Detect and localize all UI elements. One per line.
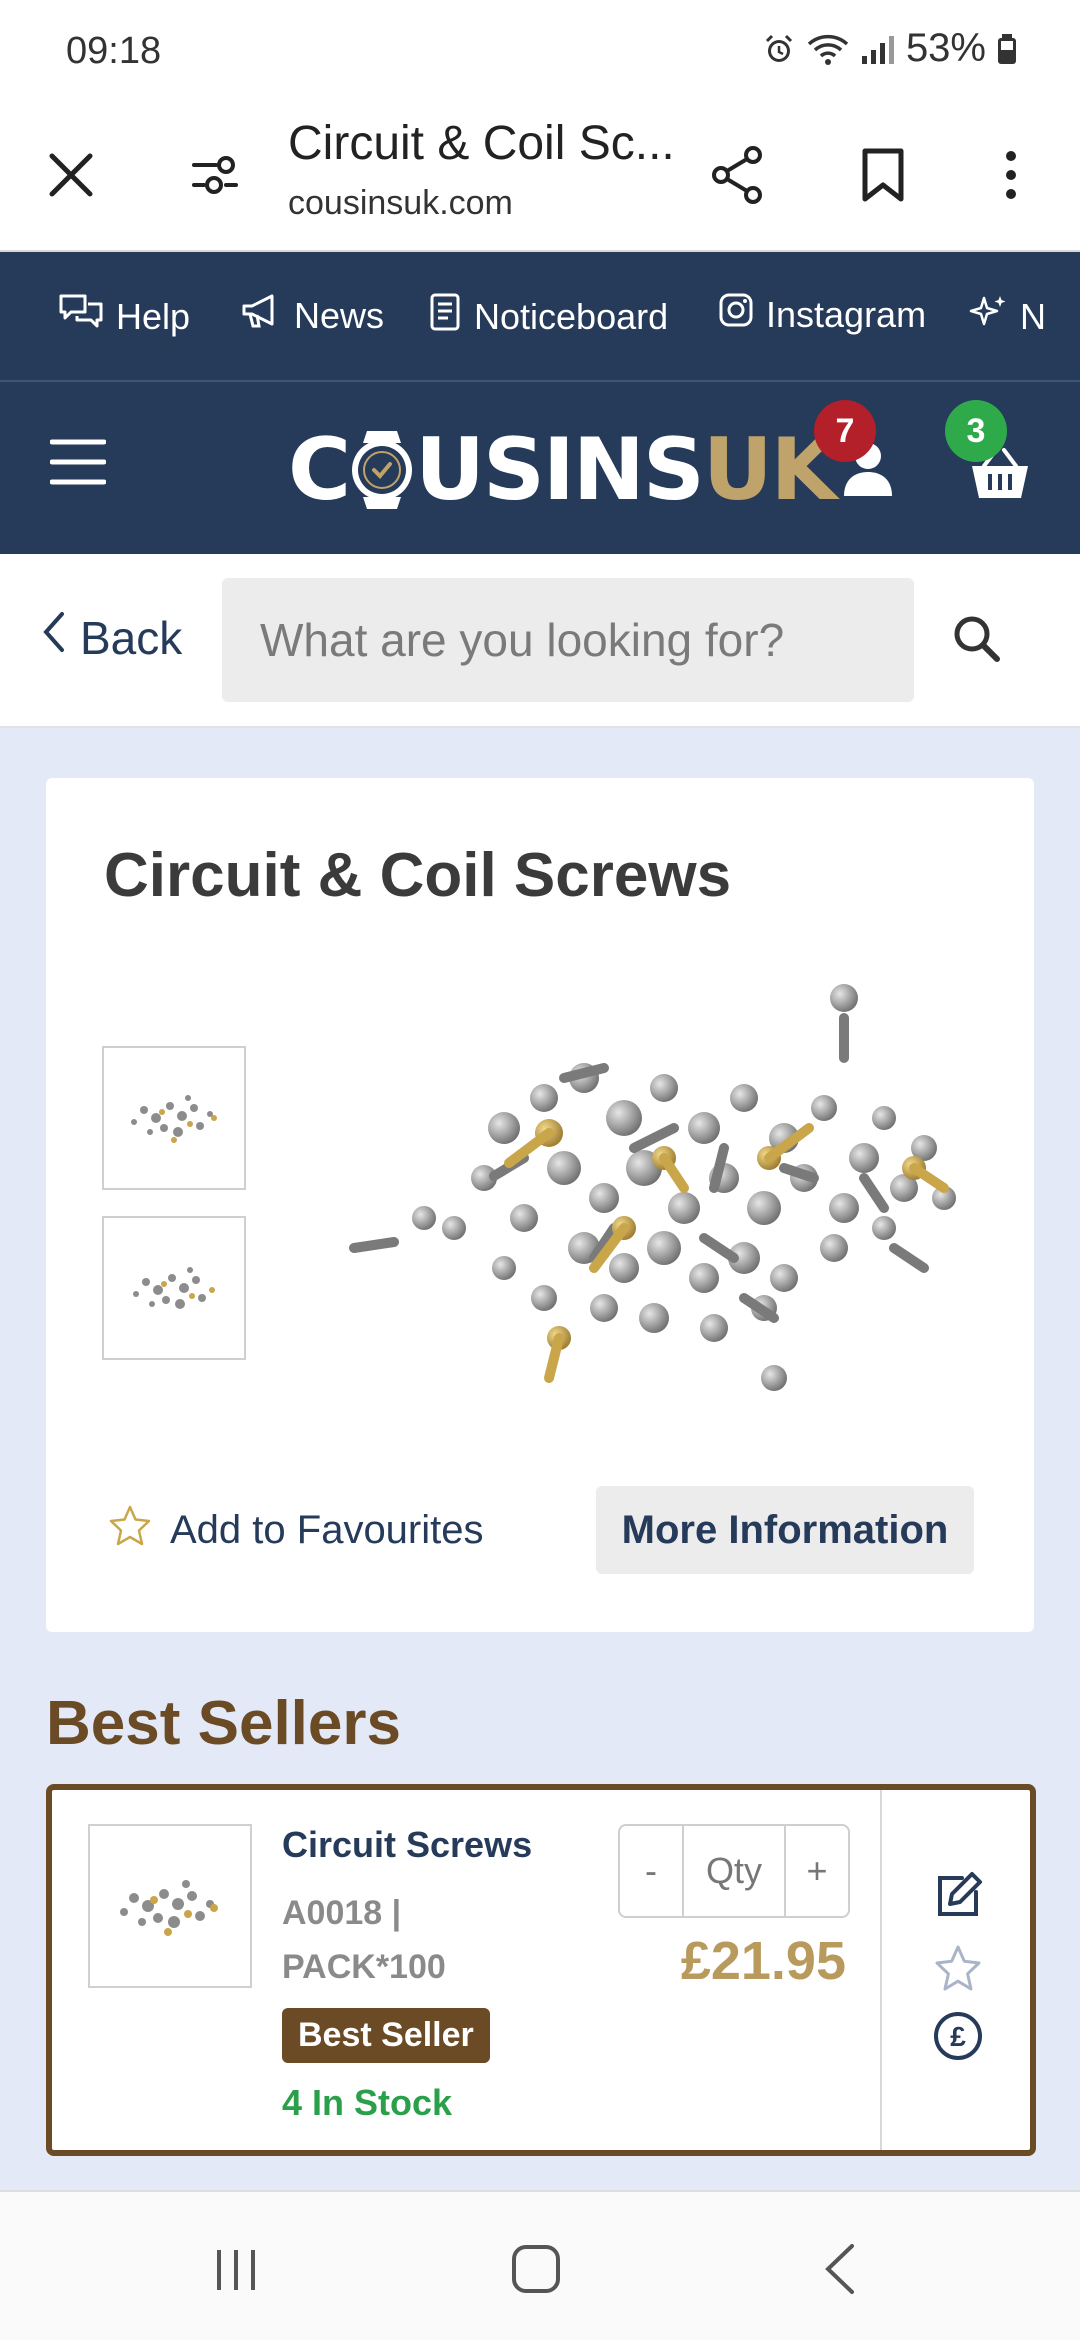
page-content: Circuit & Coil Screws Add to Favourites … [0,728,1080,2190]
product-card: Circuit & Coil Screws Add to Favourites … [46,778,1034,1632]
info-link-help[interactable]: Help [58,292,190,341]
info-link-label: Instagram [766,293,927,335]
megaphone-icon [240,292,282,339]
svg-text:£: £ [950,2021,966,2052]
bookmark-icon [861,147,905,208]
page-title: Circuit & Coil Sc... [288,117,675,170]
hamburger-icon [49,439,107,490]
product-thumbnail-2[interactable] [102,1216,246,1360]
info-link-label: N [1020,295,1046,337]
bookmark-button[interactable] [840,134,926,220]
screws-pile-image [349,984,956,1391]
favourite-button[interactable] [928,1940,988,2000]
search-button[interactable] [942,606,1012,676]
info-bar: Help News Noticeboard Instagram N [0,252,1080,382]
best-sellers-heading: Best Sellers [46,1689,401,1758]
info-link-label: News [294,294,385,336]
search-row: Back [0,554,1080,728]
chat-bubbles-icon [58,292,104,341]
more-options-button[interactable] [968,134,1054,220]
share-icon [709,145,765,210]
signal-icon [860,32,896,66]
best-seller-badge: Best Seller [282,2008,490,2063]
tune-icon [190,153,240,202]
qty-input[interactable]: Qty [682,1826,786,1916]
sku-code: A0018 | [282,1894,402,1932]
watch-icon [347,427,417,513]
more-information-button[interactable]: More Information [596,1486,974,1574]
basket-icon [970,448,1030,506]
close-icon [48,152,94,203]
alarm-icon [762,32,796,66]
best-seller-item: Circuit Screws A0018 | PACK*100 Best Sel… [46,1784,1036,2156]
quantity-stepper: - Qty + [618,1824,850,1918]
search-icon [952,614,1002,669]
browser-toolbar: Circuit & Coil Sc... cousinsuk.com [0,104,1080,252]
price: £21.95 [680,1931,846,1991]
basket-badge: 3 [945,400,1007,462]
back-nav-button[interactable] [800,2236,880,2306]
screws-thumbnail-image [120,1880,218,1936]
best-seller-sku: A0018 | PACK*100 [282,1886,482,1994]
best-seller-thumbnail[interactable] [88,1824,252,1988]
qty-increase-button[interactable]: + [786,1826,848,1916]
sparkle-icon [968,292,1008,341]
instagram-icon [718,292,754,337]
chevron-left-icon [40,610,66,665]
user-icon [840,443,896,502]
info-link-noticeboard[interactable]: Noticeboard [428,292,668,341]
share-button[interactable] [694,134,780,220]
status-icons: 53% [762,26,1018,71]
logo-text-c: C [288,420,351,520]
system-nav-bar [0,2190,1080,2340]
star-outline-icon [108,1504,152,1556]
star-outline-icon [933,1944,983,1997]
add-to-favourites-label: Add to Favourites [170,1507,484,1552]
pound-circle-icon: £ [932,2010,984,2067]
best-seller-name[interactable]: Circuit Screws [282,1824,532,1866]
recent-apps-button[interactable] [196,2236,276,2306]
status-bar: 09:18 53% [0,0,1080,104]
notebook-icon [428,292,462,341]
screws-thumbnail-image [131,1095,217,1143]
product-title: Circuit & Coil Screws [104,841,732,910]
site-logo[interactable]: C USINS UK [288,420,837,520]
info-link-instagram[interactable]: Instagram [718,292,926,337]
search-input[interactable] [222,578,914,702]
recent-apps-icon [211,2244,261,2299]
wifi-icon [806,32,850,66]
screws-thumbnail-image [133,1267,215,1309]
info-link-news[interactable]: News [240,292,384,339]
info-link-label: Noticeboard [474,295,669,337]
home-icon [510,2243,562,2300]
back-label: Back [80,611,183,664]
menu-button[interactable] [49,438,116,498]
close-tab-button[interactable] [28,134,114,220]
info-link-new[interactable]: N [968,292,1046,341]
info-link-label: Help [116,295,191,337]
logo-text-main: USINS [415,420,705,520]
page-url[interactable]: cousinsuk.com [288,184,513,223]
home-button[interactable] [496,2236,576,2306]
more-vertical-icon [1004,150,1018,205]
battery-percent: 53% [905,26,986,70]
stock-status: 4 In Stock [282,2082,453,2123]
edit-icon [932,1870,984,1927]
product-thumbnail-1[interactable] [102,1046,246,1190]
qty-decrease-button[interactable]: - [620,1826,682,1916]
pack-size: PACK*100 [282,1948,446,1986]
site-settings-button[interactable] [172,134,258,220]
battery-icon [996,32,1018,66]
site-header: C USINS UK 7 3 [0,382,1080,554]
account-badge: 7 [814,400,876,462]
divider [880,1790,882,2150]
status-time: 09:18 [66,30,162,72]
product-main-image[interactable] [304,968,1004,1428]
edit-note-button[interactable] [928,1868,988,1928]
back-button[interactable]: Back [40,610,182,665]
add-to-favourites-button[interactable]: Add to Favourites [108,1504,484,1556]
price-info-button[interactable]: £ [928,2008,988,2068]
chevron-left-icon [822,2242,858,2301]
